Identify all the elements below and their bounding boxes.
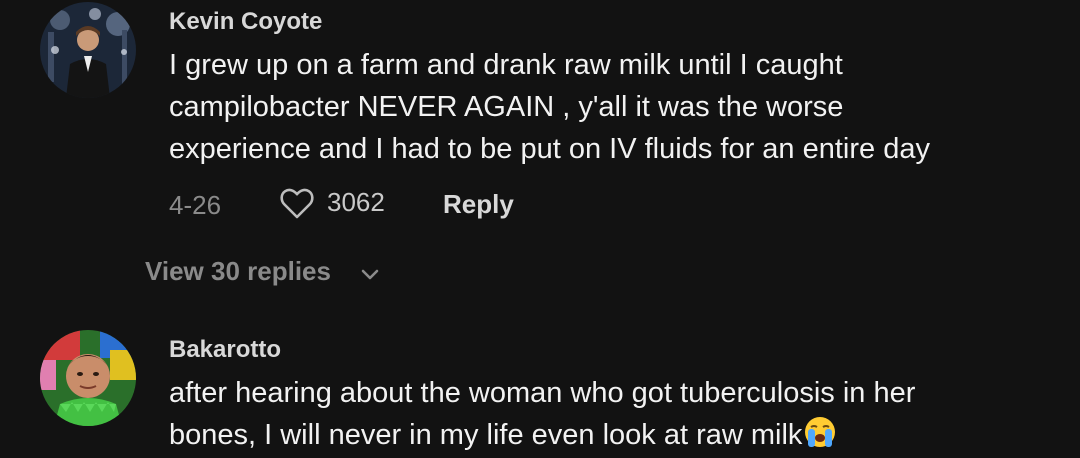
comment-kevin-coyote: Kevin Coyote I grew up on a farm and dra… <box>0 0 1080 300</box>
comment-text-line-with-emoji: bones, I will never in my life even look… <box>169 414 1069 456</box>
loudly-crying-face-emoji <box>805 417 836 447</box>
avatar[interactable] <box>40 330 136 426</box>
comment-text: I grew up on a farm and drank raw milk u… <box>169 44 1069 170</box>
view-replies-button[interactable]: View 30 replies <box>145 256 379 290</box>
comment-text-line: bones, I will never in my life even look… <box>169 419 803 451</box>
view-replies-label: View 30 replies <box>145 256 331 286</box>
comment-text-line: campilobacter NEVER AGAIN , y'all it was… <box>169 91 844 123</box>
chevron-down-icon <box>361 269 379 280</box>
comment-text-line: experience and I had to be put on IV flu… <box>169 133 930 165</box>
comment-username[interactable]: Kevin Coyote <box>169 8 322 36</box>
heart-outline-icon <box>280 188 314 219</box>
like-count: 3062 <box>327 187 385 217</box>
avatar-image <box>40 330 136 426</box>
comment-date: 4-26 <box>169 190 222 220</box>
comment-bakarotto: Bakarotto after hearing about the woman … <box>0 300 1080 458</box>
comment-text-line: I grew up on a farm and drank raw milk u… <box>169 49 843 81</box>
avatar-image <box>40 2 136 98</box>
reply-button[interactable]: Reply <box>443 189 514 220</box>
avatar[interactable] <box>40 2 136 98</box>
comment-text-line: after hearing about the woman who got tu… <box>169 377 916 409</box>
comment-username[interactable]: Bakarotto <box>169 336 281 364</box>
comment-text: after hearing about the woman who got tu… <box>169 372 1069 456</box>
